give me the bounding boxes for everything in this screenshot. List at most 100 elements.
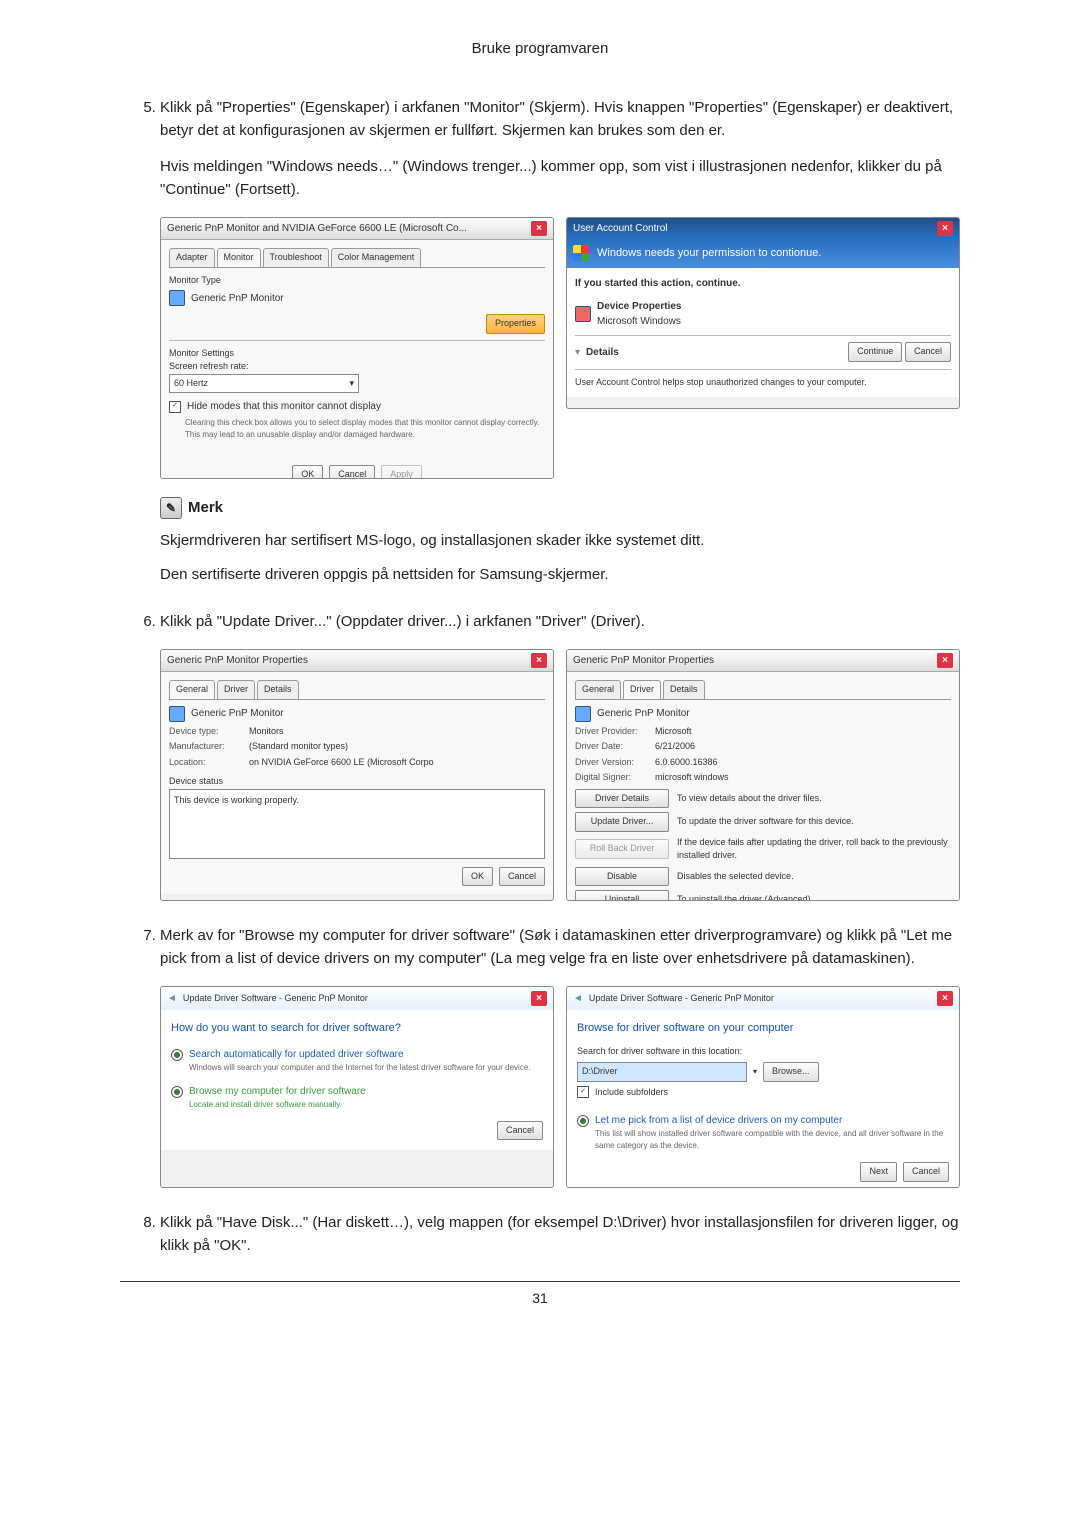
provider-value: Microsoft (655, 725, 692, 739)
version-label: Driver Version: (575, 756, 655, 770)
wizard-breadcrumb: Update Driver Software - Generic PnP Mon… (183, 992, 368, 1006)
disable-button[interactable]: Disable (575, 867, 669, 887)
step-6-para: Klikk på "Update Driver..." (Oppdater dr… (160, 613, 645, 630)
cancel-button[interactable]: Cancel (499, 867, 545, 887)
close-icon[interactable]: × (937, 221, 953, 236)
tab-color-management[interactable]: Color Management (331, 248, 422, 267)
note-icon: ✎ (160, 497, 182, 519)
rollback-driver-button[interactable]: Roll Back Driver (575, 839, 669, 859)
page: Bruke programvaren Klikk på "Properties"… (0, 0, 1080, 1527)
note-line1: Skjermdriveren har sertifisert MS-logo, … (160, 530, 960, 553)
signer-value: microsoft windows (655, 771, 729, 785)
properties-button[interactable]: Properties (486, 314, 545, 334)
step-5-para2: Hvis meldingen "Windows needs…" (Windows… (160, 156, 960, 201)
cancel-button[interactable]: Cancel (497, 1121, 543, 1141)
dialog-title: Generic PnP Monitor Properties (167, 653, 308, 668)
manufacturer-value: (Standard monitor types) (249, 740, 348, 754)
tabs: Adapter Monitor Troubleshoot Color Manag… (169, 248, 545, 268)
refresh-rate-label: Screen refresh rate: (169, 360, 545, 374)
refresh-rate-value: 60 Hertz (174, 377, 208, 391)
tab-adapter[interactable]: Adapter (169, 248, 215, 267)
monitor-type-value: Generic PnP Monitor (191, 291, 284, 306)
chevron-down-icon[interactable]: ▾ (575, 345, 580, 360)
ok-button[interactable]: OK (292, 465, 323, 479)
program-icon (575, 306, 591, 322)
hide-modes-checkbox[interactable]: ✓ (169, 401, 181, 413)
uac-details[interactable]: Details (586, 345, 619, 360)
path-input[interactable]: D:\Driver (577, 1062, 747, 1082)
tab-general[interactable]: General (169, 680, 215, 699)
disable-desc: Disables the selected device. (677, 870, 951, 884)
hide-modes-label: Hide modes that this monitor cannot disp… (187, 399, 381, 414)
apply-button[interactable]: Apply (381, 465, 422, 479)
wizard-heading: How do you want to search for driver sof… (171, 1020, 543, 1037)
update-driver-wizard-2: ◄ Update Driver Software - Generic PnP M… (566, 986, 960, 1188)
uac-footer: User Account Control helps stop unauthor… (575, 376, 951, 390)
option-search-auto[interactable]: Search automatically for updated driver … (171, 1047, 543, 1074)
driver-details-desc: To view details about the driver files. (677, 792, 951, 806)
tab-driver[interactable]: Driver (217, 680, 255, 699)
back-icon[interactable]: ◄ (167, 991, 177, 1006)
monitor-name: Generic PnP Monitor (191, 706, 284, 721)
provider-label: Driver Provider: (575, 725, 655, 739)
close-icon[interactable]: × (937, 653, 953, 668)
page-header: Bruke programvaren (120, 40, 960, 57)
tab-general[interactable]: General (575, 680, 621, 699)
option-sub: Windows will search your computer and th… (189, 1062, 530, 1074)
uac-banner: Windows needs your permission to contion… (597, 245, 821, 262)
browse-button[interactable]: Browse... (763, 1062, 819, 1082)
shield-icon (573, 245, 589, 261)
next-button[interactable]: Next (860, 1162, 897, 1182)
uac-program-name: Device Properties (597, 299, 682, 314)
wizard-heading: Browse for driver software on your compu… (577, 1020, 949, 1037)
close-icon[interactable]: × (937, 991, 953, 1006)
include-subfolders-checkbox[interactable]: ✓ (577, 1086, 589, 1098)
cancel-button[interactable]: Cancel (329, 465, 375, 479)
driver-details-button[interactable]: Driver Details (575, 789, 669, 809)
option-title: Browse my computer for driver software (189, 1084, 366, 1099)
driver-properties-dialog: Generic PnP Monitor Properties × General… (566, 649, 960, 901)
close-icon[interactable]: × (531, 653, 547, 668)
dialog-title: Generic PnP Monitor Properties (573, 653, 714, 668)
chevron-down-icon[interactable]: ▾ (753, 1066, 757, 1078)
ok-button[interactable]: OK (462, 867, 493, 887)
date-value: 6/21/2006 (655, 740, 695, 754)
monitor-icon (169, 290, 185, 306)
cancel-button[interactable]: Cancel (903, 1162, 949, 1182)
manufacturer-label: Manufacturer: (169, 740, 249, 754)
continue-button[interactable]: Continue (848, 342, 902, 362)
signer-label: Digital Signer: (575, 771, 655, 785)
tab-details[interactable]: Details (257, 680, 299, 699)
rollback-driver-desc: If the device fails after updating the d… (677, 836, 951, 863)
date-label: Driver Date: (575, 740, 655, 754)
radio-icon (171, 1086, 183, 1098)
tab-monitor[interactable]: Monitor (217, 248, 261, 267)
note-heading-row: ✎ Merk (160, 497, 960, 520)
cancel-button[interactable]: Cancel (905, 342, 951, 362)
dialog-title: Generic PnP Monitor and NVIDIA GeForce 6… (167, 221, 467, 236)
option-title: Search automatically for updated driver … (189, 1047, 530, 1062)
device-status-text: This device is working properly. (169, 789, 545, 859)
update-driver-desc: To update the driver software for this d… (677, 815, 951, 829)
close-icon[interactable]: × (531, 991, 547, 1006)
option-browse[interactable]: Browse my computer for driver software L… (171, 1084, 543, 1111)
close-icon[interactable]: × (531, 221, 547, 236)
step-6: Klikk på "Update Driver..." (Oppdater dr… (160, 611, 960, 902)
tab-details[interactable]: Details (663, 680, 705, 699)
tab-driver[interactable]: Driver (623, 680, 661, 699)
back-icon[interactable]: ◄ (573, 991, 583, 1006)
update-driver-wizard-1: ◄ Update Driver Software - Generic PnP M… (160, 986, 554, 1188)
uac-dialog: User Account Control × Windows needs you… (566, 217, 960, 409)
monitor-type-label: Monitor Type (169, 274, 545, 288)
radio-icon (171, 1049, 183, 1061)
option-title: Let me pick from a list of device driver… (595, 1113, 949, 1128)
device-status-label: Device status (169, 775, 545, 789)
uninstall-button[interactable]: Uninstall (575, 890, 669, 901)
location-label: Location: (169, 756, 249, 770)
hide-modes-hint: Clearing this check box allows you to se… (185, 417, 545, 441)
option-sub: Locate and install driver software manua… (189, 1099, 366, 1111)
tab-troubleshoot[interactable]: Troubleshoot (263, 248, 329, 267)
update-driver-button[interactable]: Update Driver... (575, 812, 669, 832)
option-pick-from-list[interactable]: Let me pick from a list of device driver… (577, 1113, 949, 1152)
refresh-rate-select[interactable]: 60 Hertz ▾ (169, 374, 359, 394)
